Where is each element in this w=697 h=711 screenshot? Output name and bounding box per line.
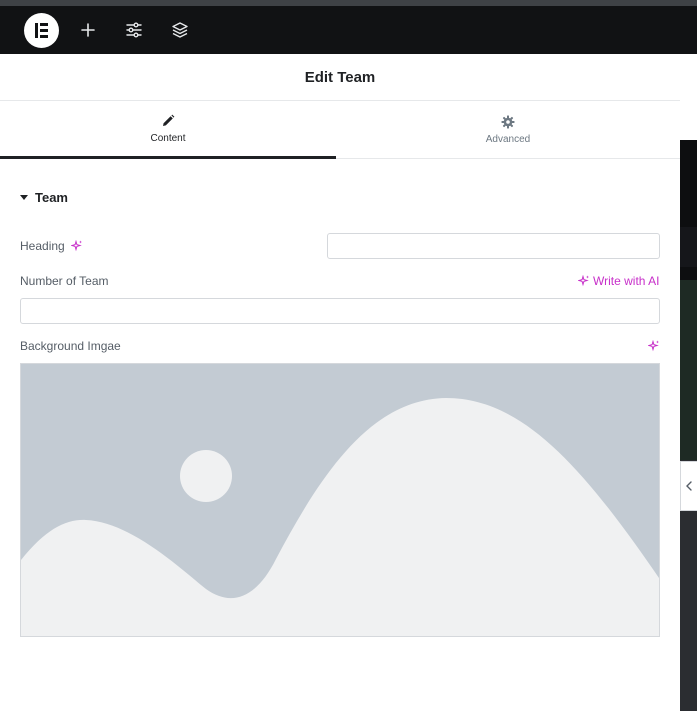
tab-advanced[interactable]: Advanced bbox=[340, 101, 676, 159]
write-with-ai-button[interactable]: Write with AI bbox=[578, 274, 659, 288]
section-toggle-team[interactable]: Team bbox=[20, 190, 68, 205]
add-element-icon[interactable] bbox=[76, 18, 100, 42]
heading-input[interactable] bbox=[327, 233, 660, 259]
canvas-preview-edge bbox=[680, 54, 697, 711]
panel-tabs: Content Advanced bbox=[0, 101, 680, 159]
heading-label: Heading bbox=[20, 239, 65, 253]
elementor-logo-icon[interactable] bbox=[24, 13, 59, 48]
editor-panel: Edit Team Content Advanced Team Heading … bbox=[0, 54, 680, 711]
ai-sparkle-icon[interactable] bbox=[648, 340, 660, 352]
section-title: Team bbox=[35, 190, 68, 205]
chevron-left-icon bbox=[686, 481, 692, 491]
tab-content[interactable]: Content bbox=[0, 101, 336, 159]
editor-topbar bbox=[0, 6, 697, 54]
number-of-team-label: Number of Team bbox=[20, 274, 109, 288]
number-of-team-input[interactable] bbox=[20, 298, 660, 324]
settings-sliders-icon[interactable] bbox=[122, 18, 146, 42]
caret-down-icon bbox=[20, 195, 28, 200]
tab-content-label: Content bbox=[150, 132, 186, 144]
gear-icon bbox=[501, 115, 515, 129]
heading-label-row: Heading bbox=[20, 239, 83, 253]
background-image-label: Background Imgae bbox=[20, 339, 121, 353]
tab-advanced-label: Advanced bbox=[485, 134, 531, 145]
write-with-ai-label: Write with AI bbox=[593, 274, 660, 288]
pencil-icon bbox=[163, 114, 175, 126]
collapse-panel-button[interactable] bbox=[680, 461, 697, 511]
panel-header: Edit Team bbox=[0, 54, 680, 101]
ai-sparkle-icon bbox=[578, 275, 589, 287]
panel-title: Edit Team bbox=[304, 68, 376, 86]
ai-sparkle-icon[interactable] bbox=[70, 240, 83, 252]
image-placeholder-icon bbox=[21, 364, 659, 636]
layers-icon[interactable] bbox=[168, 18, 192, 42]
background-image-picker[interactable] bbox=[20, 363, 660, 637]
